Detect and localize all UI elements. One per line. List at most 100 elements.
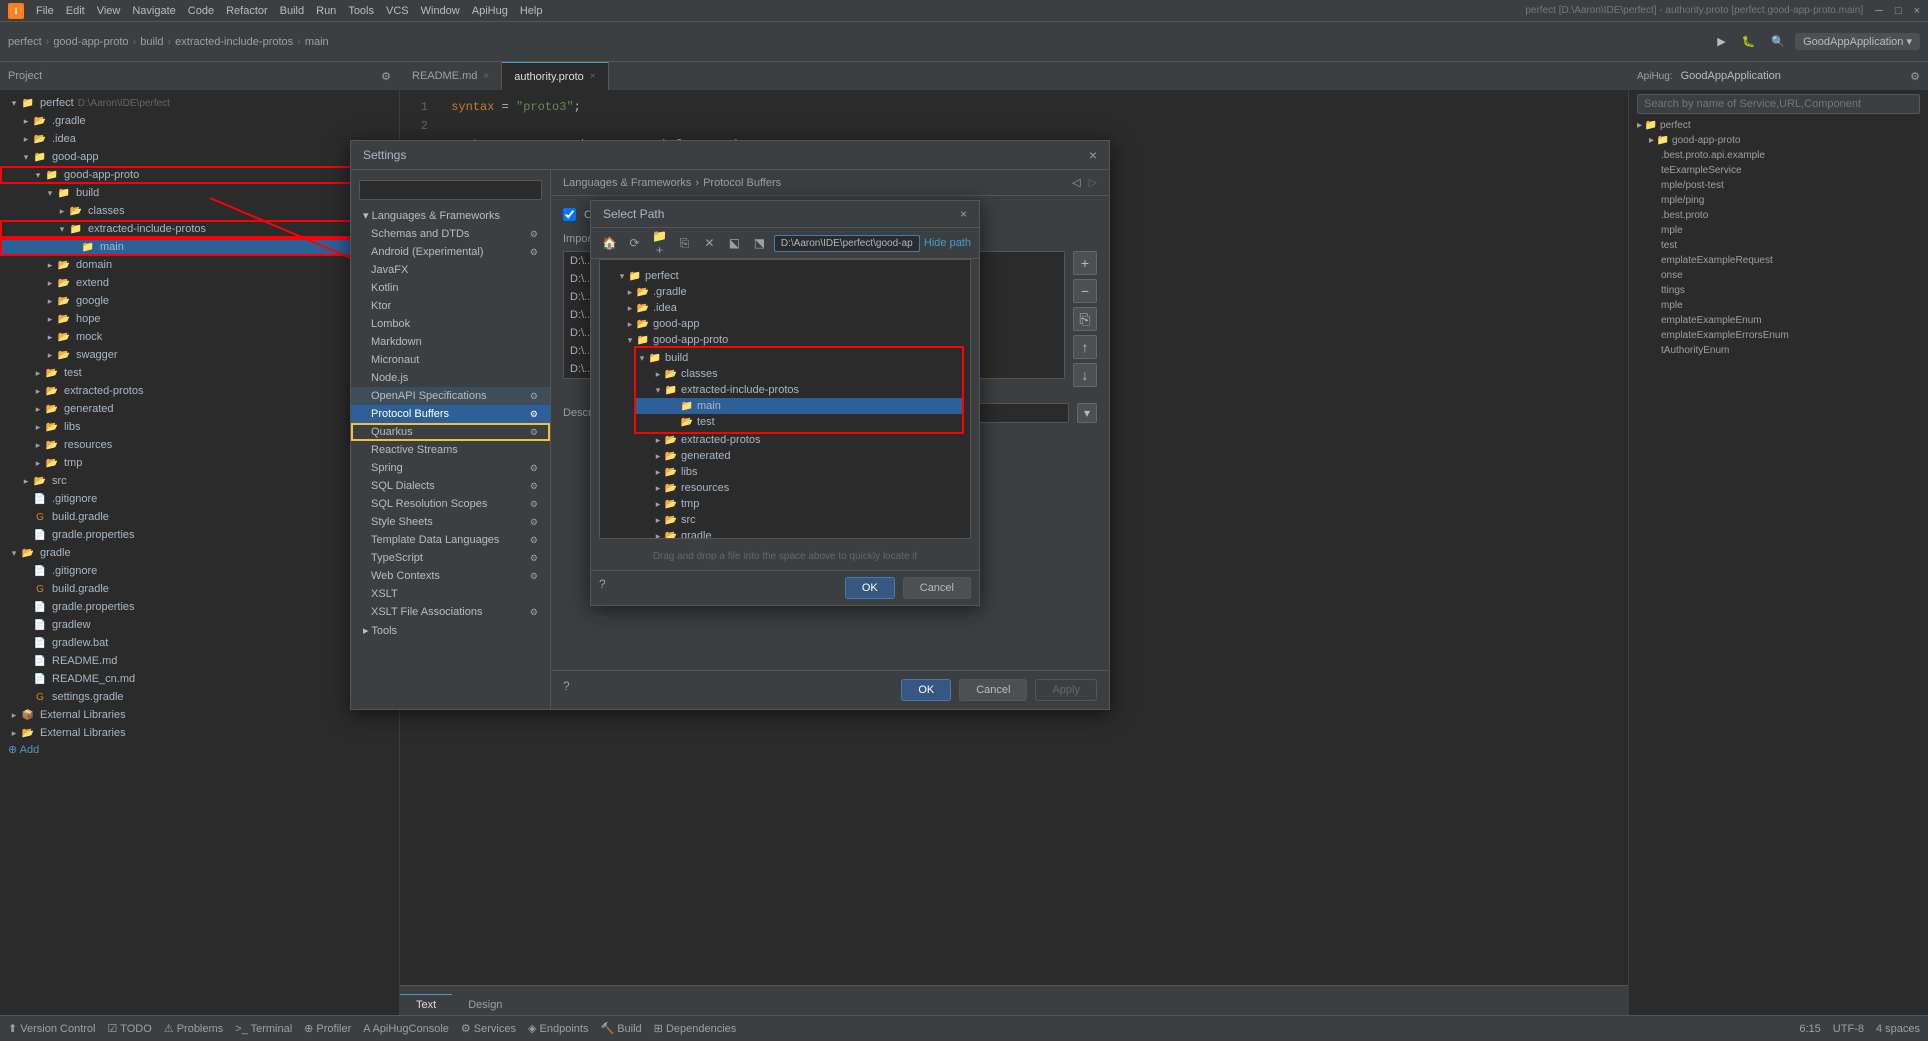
nav-item-test[interactable]: test bbox=[1629, 238, 1928, 253]
configure-checkbox[interactable] bbox=[563, 208, 576, 221]
tree-item-good-app-proto[interactable]: ▾ 📁 good-app-proto bbox=[0, 166, 399, 184]
menu-run[interactable]: Run bbox=[316, 5, 336, 17]
menu-code[interactable]: Code bbox=[188, 5, 214, 17]
tree-item-gitignore[interactable]: 📄 .gitignore bbox=[0, 490, 399, 508]
dialog-path-input[interactable] bbox=[774, 235, 920, 252]
tree-item-extend[interactable]: ▸ 📂 extend bbox=[0, 274, 399, 292]
status-apihug[interactable]: A ApiHugConsole bbox=[363, 1023, 449, 1035]
ftree-good-app-proto[interactable]: ▾ 📁 good-app-proto bbox=[608, 332, 962, 348]
nav-item-mple2[interactable]: mple bbox=[1629, 298, 1928, 313]
nav-schemas-dtds[interactable]: Schemas and DTDs ⚙ bbox=[351, 225, 550, 243]
menu-apihug[interactable]: ApiHug bbox=[472, 5, 508, 17]
dialog-collapse-btn[interactable]: ⬔ bbox=[749, 232, 770, 254]
sidebar-settings-icon[interactable]: ⚙ bbox=[381, 70, 391, 83]
nav-item-good-app-proto[interactable]: ▸ 📁 good-app-proto bbox=[1629, 133, 1928, 148]
status-todo[interactable]: ☑ TODO bbox=[107, 1022, 151, 1035]
dialog-expand-btn[interactable]: ⬕ bbox=[724, 232, 745, 254]
nav-item-response[interactable]: onse bbox=[1629, 268, 1928, 283]
right-panel-search-input[interactable] bbox=[1637, 94, 1920, 114]
tree-item-readme-cn[interactable]: 📄 README_cn.md bbox=[0, 670, 399, 688]
tree-item-swagger[interactable]: ▸ 📂 swagger bbox=[0, 346, 399, 364]
ftree-perfect[interactable]: ▾ 📁 perfect bbox=[608, 268, 962, 284]
menu-file[interactable]: File bbox=[36, 5, 54, 17]
settings-help-btn[interactable]: ? bbox=[563, 679, 570, 701]
tree-item-gradle[interactable]: ▸ 📂 .gradle bbox=[0, 112, 399, 130]
search-everywhere-btn[interactable]: 🔍 bbox=[1765, 33, 1791, 50]
nav-ktor[interactable]: Ktor bbox=[351, 297, 550, 315]
tree-item-gradle-props[interactable]: 📄 gradle.properties bbox=[0, 526, 399, 544]
move-up-btn[interactable]: ↑ bbox=[1073, 335, 1097, 359]
tree-item-src[interactable]: ▸ 📂 src bbox=[0, 472, 399, 490]
nav-openapi[interactable]: OpenAPI Specifications ⚙ bbox=[351, 387, 550, 405]
tree-item-generated[interactable]: ▸ 📂 generated bbox=[0, 400, 399, 418]
status-encoding[interactable]: UTF-8 bbox=[1833, 1023, 1864, 1035]
tab-design[interactable]: Design bbox=[452, 995, 518, 1015]
nav-javafx[interactable]: JavaFX bbox=[351, 261, 550, 279]
nav-sql-dialects[interactable]: SQL Dialects ⚙ bbox=[351, 477, 550, 495]
nav-languages-frameworks[interactable]: ▾ Languages & Frameworks bbox=[351, 206, 550, 225]
menu-refactor[interactable]: Refactor bbox=[226, 5, 268, 17]
menu-tools[interactable]: Tools bbox=[348, 5, 374, 17]
nav-markdown[interactable]: Markdown bbox=[351, 333, 550, 351]
nav-item-ping[interactable]: mple/ping bbox=[1629, 193, 1928, 208]
menu-navigate[interactable]: Navigate bbox=[132, 5, 175, 17]
tab-authority-proto[interactable]: authority.proto × bbox=[502, 62, 608, 90]
status-services[interactable]: ⚙ Services bbox=[461, 1022, 516, 1035]
hide-path-btn[interactable]: Hide path bbox=[924, 237, 971, 249]
status-terminal[interactable]: >_ Terminal bbox=[235, 1023, 292, 1035]
breadcrumb-perfect[interactable]: perfect bbox=[8, 36, 42, 48]
tab-text[interactable]: Text bbox=[400, 994, 452, 1015]
status-dependencies[interactable]: ⊞ Dependencies bbox=[654, 1022, 737, 1035]
settings-close-btn[interactable]: × bbox=[1089, 147, 1097, 163]
tree-item-idea[interactable]: ▸ 📂 .idea bbox=[0, 130, 399, 148]
nav-item-authority-enum[interactable]: tAuthorityEnum bbox=[1629, 343, 1928, 358]
tab-readme-close[interactable]: × bbox=[483, 71, 489, 82]
nav-item-post-test[interactable]: mple/post-test bbox=[1629, 178, 1928, 193]
tree-item-gradlew[interactable]: 📄 gradlew bbox=[0, 616, 399, 634]
tree-item-scratches[interactable]: ▸ 📂 External Libraries bbox=[0, 724, 399, 742]
tree-item-mock[interactable]: ▸ 📂 mock bbox=[0, 328, 399, 346]
nav-style-sheets[interactable]: Style Sheets ⚙ bbox=[351, 513, 550, 531]
add-path-btn[interactable]: + bbox=[1073, 251, 1097, 275]
copy-path-btn[interactable]: ⎘ bbox=[1073, 307, 1097, 331]
dialog-cancel-btn[interactable]: Cancel bbox=[903, 577, 971, 599]
tree-item-resources[interactable]: ▸ 📂 resources bbox=[0, 436, 399, 454]
menu-view[interactable]: View bbox=[97, 5, 121, 17]
nav-item-mple[interactable]: mple bbox=[1629, 223, 1928, 238]
ftree-test[interactable]: 📂 test bbox=[636, 414, 962, 430]
ftree-idea[interactable]: ▸ 📂 .idea bbox=[608, 300, 962, 316]
tree-item-test[interactable]: ▸ 📂 test bbox=[0, 364, 399, 382]
nav-item-service[interactable]: teExampleService bbox=[1629, 163, 1928, 178]
tree-item-build[interactable]: ▾ 📁 build bbox=[0, 184, 399, 202]
dialog-new-folder-btn[interactable]: 📁+ bbox=[649, 232, 670, 254]
tree-item-good-app[interactable]: ▾ 📁 good-app bbox=[0, 148, 399, 166]
nav-item-example-enum[interactable]: emplateExampleEnum bbox=[1629, 313, 1928, 328]
nav-item-settings[interactable]: ttings bbox=[1629, 283, 1928, 298]
tree-item-gradle-props2[interactable]: 📄 gradle.properties bbox=[0, 598, 399, 616]
move-down-btn[interactable]: ↓ bbox=[1073, 363, 1097, 387]
status-indent[interactable]: 4 spaces bbox=[1876, 1023, 1920, 1035]
status-build[interactable]: 🔨 Build bbox=[600, 1022, 641, 1035]
tree-item-gradle-folder[interactable]: ▾ 📂 gradle bbox=[0, 544, 399, 562]
nav-item-api-example[interactable]: .best.proto.api.example bbox=[1629, 148, 1928, 163]
menu-edit[interactable]: Edit bbox=[66, 5, 85, 17]
nav-quarkus[interactable]: Quarkus ⚙ bbox=[351, 423, 550, 441]
tree-item-hope[interactable]: ▸ 📂 hope bbox=[0, 310, 399, 328]
ftree-build[interactable]: ▾ 📁 build bbox=[636, 350, 962, 366]
nav-nodejs[interactable]: Node.js bbox=[351, 369, 550, 387]
tree-item-google[interactable]: ▸ 📂 google bbox=[0, 292, 399, 310]
run-btn[interactable]: ▶ bbox=[1711, 33, 1731, 50]
breadcrumb-good-app-proto[interactable]: good-app-proto bbox=[53, 36, 128, 48]
breadcrumb-extracted[interactable]: extracted-include-protos bbox=[175, 36, 293, 48]
ftree-libs[interactable]: ▸ 📂 libs bbox=[608, 464, 962, 480]
tree-item-gitignore2[interactable]: 📄 .gitignore bbox=[0, 562, 399, 580]
nav-sql-resolution[interactable]: SQL Resolution Scopes ⚙ bbox=[351, 495, 550, 513]
tree-item-readme[interactable]: 📄 README.md bbox=[0, 652, 399, 670]
dialog-help-btn[interactable]: ? bbox=[599, 577, 606, 599]
breadcrumb-build[interactable]: build bbox=[140, 36, 163, 48]
dialog-refresh-btn[interactable]: ⟳ bbox=[624, 232, 645, 254]
nav-item-request[interactable]: emplateExampleRequest bbox=[1629, 253, 1928, 268]
nav-xslt-file[interactable]: XSLT File Associations ⚙ bbox=[351, 603, 550, 621]
nav-item-best-proto[interactable]: .best.proto bbox=[1629, 208, 1928, 223]
debug-btn[interactable]: 🐛 bbox=[1736, 33, 1762, 50]
